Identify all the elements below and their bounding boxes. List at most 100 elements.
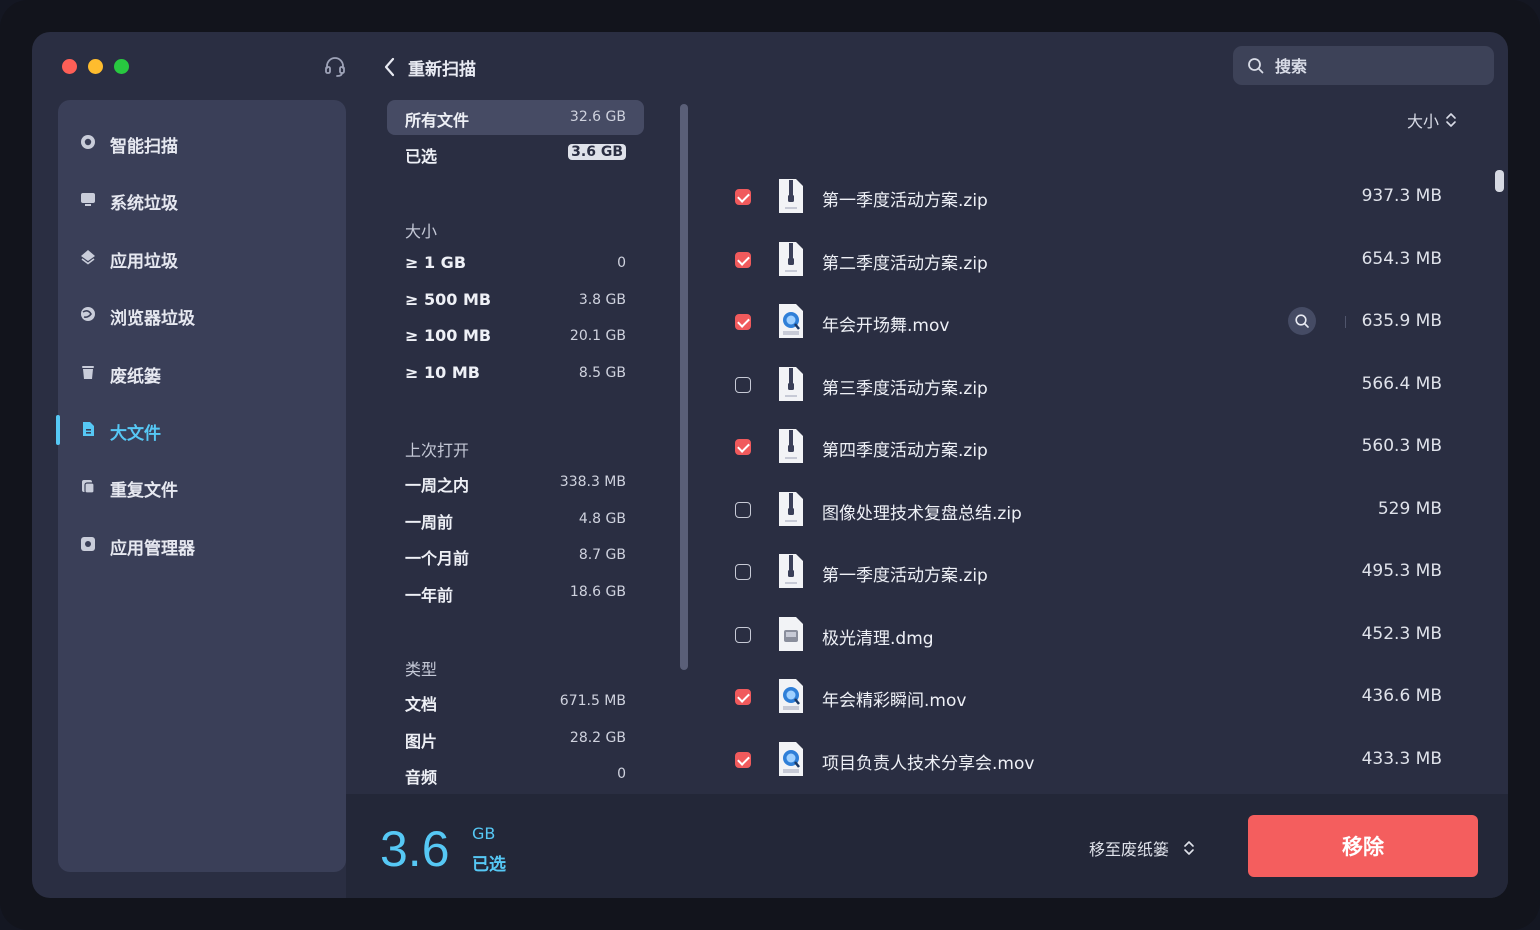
file-name: 项目负责人技术分享会.mov	[822, 753, 1035, 774]
app-manager-icon	[79, 535, 97, 553]
sidebar-item-browser-junk[interactable]: 浏览器垃圾	[58, 294, 346, 334]
file-checkbox[interactable]	[735, 189, 751, 205]
file-checkbox[interactable]	[735, 689, 751, 705]
file-row[interactable]: 年会精彩瞬间.mov 436.6 MB	[692, 667, 1492, 729]
file-name: 极光清理.dmg	[822, 628, 934, 649]
file-name: 第一季度活动方案.zip	[822, 191, 988, 211]
remove-button[interactable]: 移除	[1248, 815, 1478, 877]
sidebar-item-duplicate-files[interactable]: 重复文件	[58, 466, 346, 506]
minimize-window-button[interactable]	[88, 59, 103, 74]
file-size: 635.9 MB	[1361, 311, 1442, 331]
filter-label: 所有文件	[405, 111, 470, 130]
filter-opened-year-ago[interactable]: 一年前 18.6 GB	[387, 575, 644, 610]
zip-file-icon	[777, 178, 805, 214]
filter-value: 20.1 GB	[569, 328, 626, 344]
file-row[interactable]: 第三季度活动方案.zip 566.4 MB	[692, 355, 1492, 417]
zip-file-icon	[777, 241, 805, 277]
filter-size-10mb[interactable]: ≥ 10 MB 8.5 GB	[387, 356, 644, 391]
quick-look-button[interactable]	[1288, 307, 1316, 335]
bottom-bar: 3.6 GB 已选 移至废纸篓 移除	[346, 794, 1508, 898]
close-window-button[interactable]	[62, 59, 77, 74]
sidebar-item-large-files[interactable]: 大文件	[56, 409, 346, 449]
filter-opened-month-ago[interactable]: 一个月前 8.7 GB	[387, 538, 644, 573]
file-row[interactable]: 第一季度活动方案.zip 495.3 MB	[692, 542, 1492, 604]
sidebar-item-system-junk[interactable]: 系统垃圾	[58, 179, 346, 219]
search-box[interactable]	[1233, 46, 1494, 87]
sidebar-item-app-manager[interactable]: 应用管理器	[58, 524, 346, 564]
smart-scan-icon	[79, 133, 97, 151]
file-row[interactable]: 极光清理.dmg 452.3 MB	[692, 605, 1492, 667]
sort-label: 大小	[1407, 112, 1440, 131]
file-checkbox[interactable]	[735, 626, 751, 643]
sidebar: 智能扫描系统垃圾应用垃圾浏览器垃圾废纸篓大文件重复文件应用管理器	[56, 100, 346, 872]
action-select[interactable]: 移至废纸篓	[1089, 836, 1195, 860]
selected-size-number: 3.6	[380, 821, 450, 877]
action-select-label: 移至废纸篓	[1089, 840, 1170, 859]
file-checkbox[interactable]	[735, 376, 751, 393]
file-list-scrollbar[interactable]	[1495, 170, 1504, 192]
filter-label: 音频	[405, 768, 438, 787]
filter-opened-week[interactable]: 一周之内 338.3 MB	[387, 465, 644, 500]
file-row[interactable]: 第四季度活动方案.zip 560.3 MB	[692, 417, 1492, 479]
file-name: 第一季度活动方案.zip	[822, 566, 988, 586]
file-checkbox[interactable]	[735, 314, 751, 330]
file-size: 433.3 MB	[1361, 748, 1442, 769]
zip-file-icon	[777, 553, 805, 589]
file-checkbox[interactable]	[735, 501, 751, 518]
file-row[interactable]: 第一季度活动方案.zip 937.3 MB	[692, 167, 1492, 229]
rescan-button[interactable]: 重新扫描	[382, 54, 476, 80]
filter-opened-week-ago[interactable]: 一周前 4.8 GB	[387, 502, 644, 537]
filter-all-files[interactable]: 所有文件 32.6 GB	[387, 100, 644, 135]
app-junk-icon	[79, 248, 97, 266]
file-size: 436.6 MB	[1361, 686, 1442, 706]
filter-label: ≥ 100 MB	[405, 326, 492, 345]
filter-value: 671.5 MB	[559, 693, 626, 709]
search-input[interactable]	[1273, 46, 1487, 87]
sidebar-item-app-junk[interactable]: 应用垃圾	[58, 237, 346, 277]
file-size: 495.3 MB	[1361, 561, 1442, 581]
file-size: 654.3 MB	[1361, 248, 1442, 269]
filter-value: 3.6 GB	[568, 144, 626, 160]
filter-value: 8.7 GB	[578, 547, 626, 563]
file-row[interactable]: 第二季度活动方案.zip 654.3 MB	[692, 230, 1492, 292]
sidebar-item-smart-scan[interactable]: 智能扫描	[58, 122, 346, 162]
file-checkbox[interactable]	[735, 564, 751, 580]
file-row[interactable]: 项目负责人技术分享会.mov 433.3 MB	[692, 730, 1492, 792]
filter-type-documents[interactable]: 文档 671.5 MB	[387, 684, 644, 719]
file-name: 图像处理技术复盘总结.zip	[822, 503, 1022, 524]
headset-icon[interactable]	[323, 54, 347, 78]
filter-selected[interactable]: 已选 3.6 GB	[387, 136, 644, 171]
file-checkbox[interactable]	[735, 439, 751, 455]
filter-size-1gb[interactable]: ≥ 1 GB 0	[387, 246, 644, 281]
filter-label: 一周之内	[405, 476, 470, 495]
zoom-window-button[interactable]	[114, 59, 129, 74]
app-frame: 智能扫描系统垃圾应用垃圾浏览器垃圾废纸篓大文件重复文件应用管理器 重新扫描 所有…	[0, 0, 1540, 930]
search-icon	[1248, 58, 1264, 74]
sort-by-size-button[interactable]: 大小	[1407, 108, 1457, 132]
file-name: 年会开场舞.mov	[822, 316, 950, 336]
filter-label: ≥ 500 MB	[405, 290, 492, 309]
sidebar-item-label: 大文件	[110, 424, 161, 444]
mov-file-icon	[777, 303, 805, 339]
filter-size-100mb[interactable]: ≥ 100 MB 20.1 GB	[387, 319, 644, 354]
updown-chevron-icon	[1184, 841, 1194, 855]
filter-size-500mb[interactable]: ≥ 500 MB 3.8 GB	[387, 283, 644, 318]
filter-value: 338.3 MB	[559, 474, 626, 490]
filter-type-audio[interactable]: 音频 0	[387, 757, 644, 792]
chevron-left-icon	[384, 57, 395, 77]
file-row[interactable]: 图像处理技术复盘总结.zip 529 MB	[692, 480, 1492, 542]
sidebar-item-trash[interactable]: 废纸篓	[58, 352, 346, 392]
filter-value: 4.8 GB	[578, 511, 626, 527]
file-row[interactable]: 年会开场舞.mov 635.9 MB	[692, 292, 1492, 354]
filter-label: 图片	[405, 732, 438, 751]
main-window: 智能扫描系统垃圾应用垃圾浏览器垃圾废纸篓大文件重复文件应用管理器 重新扫描 所有…	[32, 32, 1508, 898]
filter-panel: 所有文件 32.6 GB 已选 3.6 GB 大小 ≥ 1 GB 0 ≥ 500…	[387, 100, 647, 800]
sidebar-item-label: 浏览器垃圾	[110, 309, 195, 330]
filter-type-images[interactable]: 图片 28.2 GB	[387, 721, 644, 756]
sidebar-item-label: 应用管理器	[110, 538, 195, 559]
file-checkbox[interactable]	[735, 251, 751, 268]
file-checkbox[interactable]	[735, 751, 751, 768]
filter-label: 文档	[405, 695, 438, 714]
filter-scrollbar[interactable]	[680, 104, 688, 670]
filter-value: 3.8 GB	[578, 292, 626, 308]
